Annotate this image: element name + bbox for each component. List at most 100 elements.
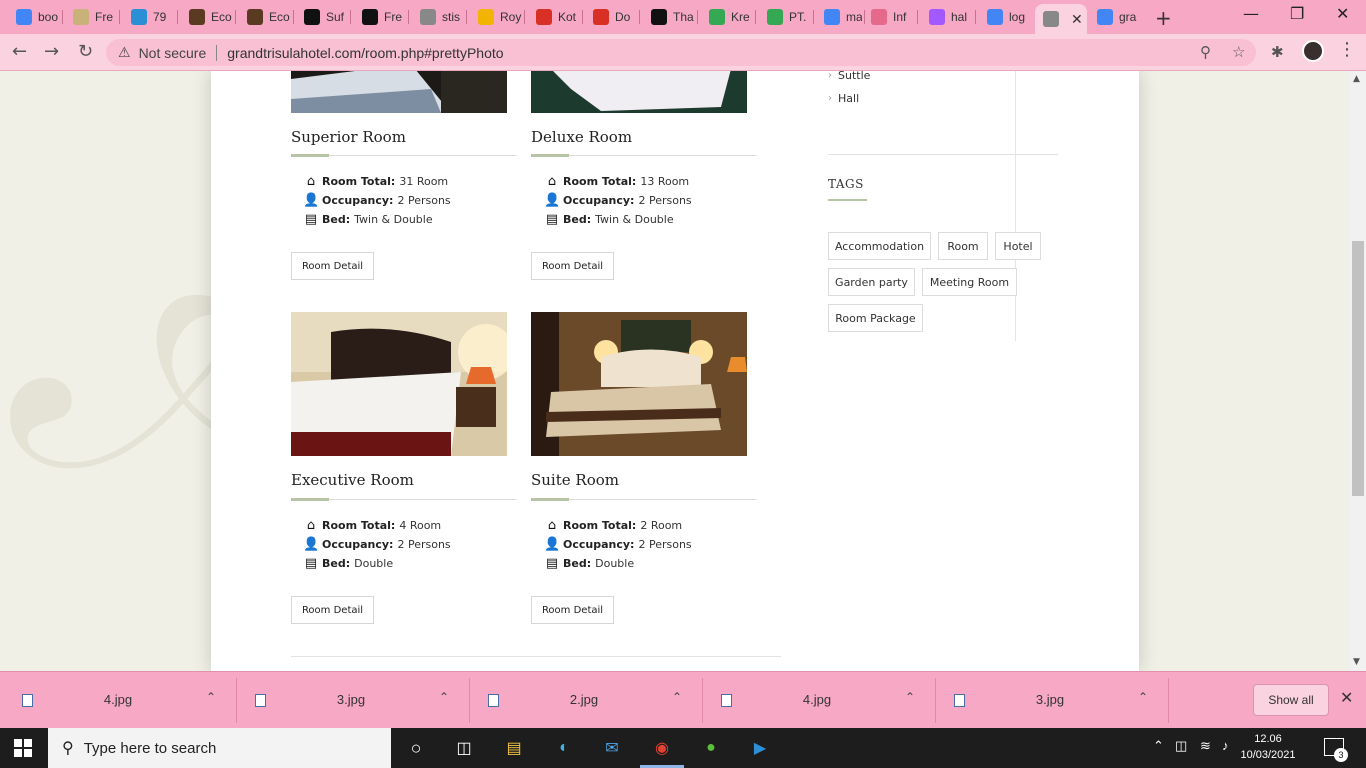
tag-room[interactable]: Room: [938, 232, 988, 260]
profile-avatar[interactable]: [1302, 40, 1324, 62]
windows-start-icon[interactable]: [14, 739, 32, 757]
room-image-executive[interactable]: [291, 312, 507, 456]
back-icon[interactable]: ←: [12, 41, 27, 62]
system-clock[interactable]: 12.06 10/03/2021: [1236, 731, 1300, 763]
menu-icon[interactable]: ⋮: [1338, 39, 1356, 60]
close-window-icon[interactable]: ✕: [1336, 4, 1349, 23]
taskbar-search[interactable]: ⚲ Type here to search: [48, 728, 391, 768]
browser-tab[interactable]: Eco: [239, 4, 291, 30]
flower-icon: [871, 9, 887, 25]
edge-icon[interactable]: ◐: [552, 736, 576, 760]
room-title[interactable]: Deluxe Room: [531, 128, 632, 146]
browser-tab[interactable]: 79: [123, 4, 175, 30]
tag-meeting-room[interactable]: Meeting Room: [922, 268, 1017, 296]
browser-tab[interactable]: hal: [921, 4, 973, 30]
page-scrollbar[interactable]: ▲ ▼: [1350, 71, 1366, 671]
restore-icon[interactable]: ❐: [1290, 4, 1304, 23]
browser-tab[interactable]: gra: [1089, 4, 1141, 30]
room-detail-button[interactable]: Room Detail: [291, 596, 374, 624]
scroll-down-icon[interactable]: ▼: [1353, 657, 1360, 667]
chrome-icon[interactable]: ◉: [650, 736, 674, 760]
tag-room-package[interactable]: Room Package: [828, 304, 923, 332]
show-all-button[interactable]: Show all: [1253, 684, 1329, 716]
cortana-icon[interactable]: ○: [404, 736, 428, 760]
task-view-icon[interactable]: ◫: [452, 736, 476, 760]
security-label[interactable]: Not secure: [139, 45, 207, 61]
tab-label: Eco: [269, 10, 290, 24]
sidebar-link-hall[interactable]: › Hall: [828, 92, 859, 105]
new-tab-button[interactable]: +: [1155, 6, 1172, 30]
room-image-superior[interactable]: [291, 71, 507, 113]
browser-tab[interactable]: PT.: [759, 4, 811, 30]
extensions-icon[interactable]: ✱: [1271, 43, 1284, 61]
download-item[interactable]: 2.jpg ⌃: [466, 672, 699, 729]
globe-icon: [420, 9, 436, 25]
room-image-deluxe[interactable]: [531, 71, 747, 113]
download-item[interactable]: 4.jpg ⌃: [699, 672, 932, 729]
tag-hotel[interactable]: Hotel: [995, 232, 1041, 260]
browser-tab[interactable]: Fre: [65, 4, 117, 30]
scroll-up-icon[interactable]: ▲: [1353, 74, 1360, 84]
room-detail-button[interactable]: Room Detail: [531, 252, 614, 280]
minimize-icon[interactable]: —: [1243, 4, 1259, 23]
download-item[interactable]: 3.jpg ⌃: [932, 672, 1165, 729]
download-options-chevron-icon[interactable]: ⌃: [206, 690, 216, 704]
vscode-icon[interactable]: ▶: [748, 736, 772, 760]
bookmark-star-icon[interactable]: ☆: [1232, 43, 1245, 61]
download-item[interactable]: 3.jpg ⌃: [233, 672, 466, 729]
sidebar-link-suttle[interactable]: › Suttle: [828, 71, 870, 82]
scroll-thumb[interactable]: [1352, 241, 1364, 496]
tab-label: boo: [38, 10, 59, 24]
browser-tab[interactable]: Suf: [296, 4, 348, 30]
download-options-chevron-icon[interactable]: ⌃: [905, 690, 915, 704]
tray-chevron-icon[interactable]: ⌃: [1153, 738, 1164, 754]
browser-tab[interactable]: Inf: [863, 4, 915, 30]
reload-icon[interactable]: ↻: [78, 41, 93, 62]
tab-label: ma: [846, 10, 862, 24]
search-placeholder: Type here to search: [83, 739, 217, 757]
browser-tab[interactable]: Roy: [470, 4, 522, 30]
forward-icon[interactable]: →: [44, 41, 59, 62]
occupancy-row: 👤 Occupancy: 2 Persons: [544, 537, 692, 552]
room-title[interactable]: Executive Room: [291, 471, 414, 489]
browser-tab[interactable]: Fre: [354, 4, 406, 30]
download-item[interactable]: 4.jpg ⌃: [0, 672, 233, 729]
mail-icon[interactable]: ✉: [600, 736, 624, 760]
close-shelf-icon[interactable]: ✕: [1340, 688, 1353, 707]
download-options-chevron-icon[interactable]: ⌃: [672, 690, 682, 704]
room-title[interactable]: Suite Room: [531, 471, 619, 489]
browser-tab[interactable]: Eco: [181, 4, 233, 30]
browser-tab[interactable]: ✕: [1035, 4, 1087, 34]
browser-tab[interactable]: Do: [585, 4, 637, 30]
volume-icon[interactable]: ♪: [1222, 738, 1229, 753]
browser-tab[interactable]: Kre: [701, 4, 753, 30]
browser-tab[interactable]: log: [979, 4, 1031, 30]
browser-tab[interactable]: Tha: [643, 4, 695, 30]
tab-separator: [177, 10, 178, 24]
file-explorer-icon[interactable]: ▤: [502, 736, 526, 760]
url-text[interactable]: grandtrisulahotel.com/room.php#prettyPho…: [227, 45, 503, 61]
tag-garden-party[interactable]: Garden party: [828, 268, 915, 296]
tags-heading: TAGS: [828, 177, 864, 191]
warning-icon[interactable]: ⚠: [118, 44, 131, 61]
bed-label: Bed:: [322, 213, 351, 226]
browser-tab[interactable]: boo: [8, 4, 60, 30]
network-icon[interactable]: ◫: [1175, 738, 1187, 754]
wifi-icon[interactable]: ≋: [1200, 738, 1211, 754]
address-bar[interactable]: ⚠ Not secure grandtrisulahotel.com/room.…: [106, 39, 1256, 66]
room-detail-button[interactable]: Room Detail: [291, 252, 374, 280]
room-title[interactable]: Superior Room: [291, 128, 406, 146]
browser-tab[interactable]: ma: [816, 4, 862, 30]
tag-accommodation[interactable]: Accommodation: [828, 232, 931, 260]
tab-label: Suf: [326, 10, 345, 24]
download-options-chevron-icon[interactable]: ⌃: [439, 690, 449, 704]
room-detail-button[interactable]: Room Detail: [531, 596, 614, 624]
download-options-chevron-icon[interactable]: ⌃: [1138, 690, 1148, 704]
greenshot-icon[interactable]: ●: [699, 736, 723, 760]
room-image-suite[interactable]: [531, 312, 747, 456]
tab-separator: [813, 10, 814, 24]
zoom-icon[interactable]: ⚲: [1200, 43, 1211, 61]
browser-tab[interactable]: stis: [412, 4, 464, 30]
close-tab-icon[interactable]: ✕: [1071, 11, 1083, 28]
browser-tab[interactable]: Kot: [528, 4, 580, 30]
